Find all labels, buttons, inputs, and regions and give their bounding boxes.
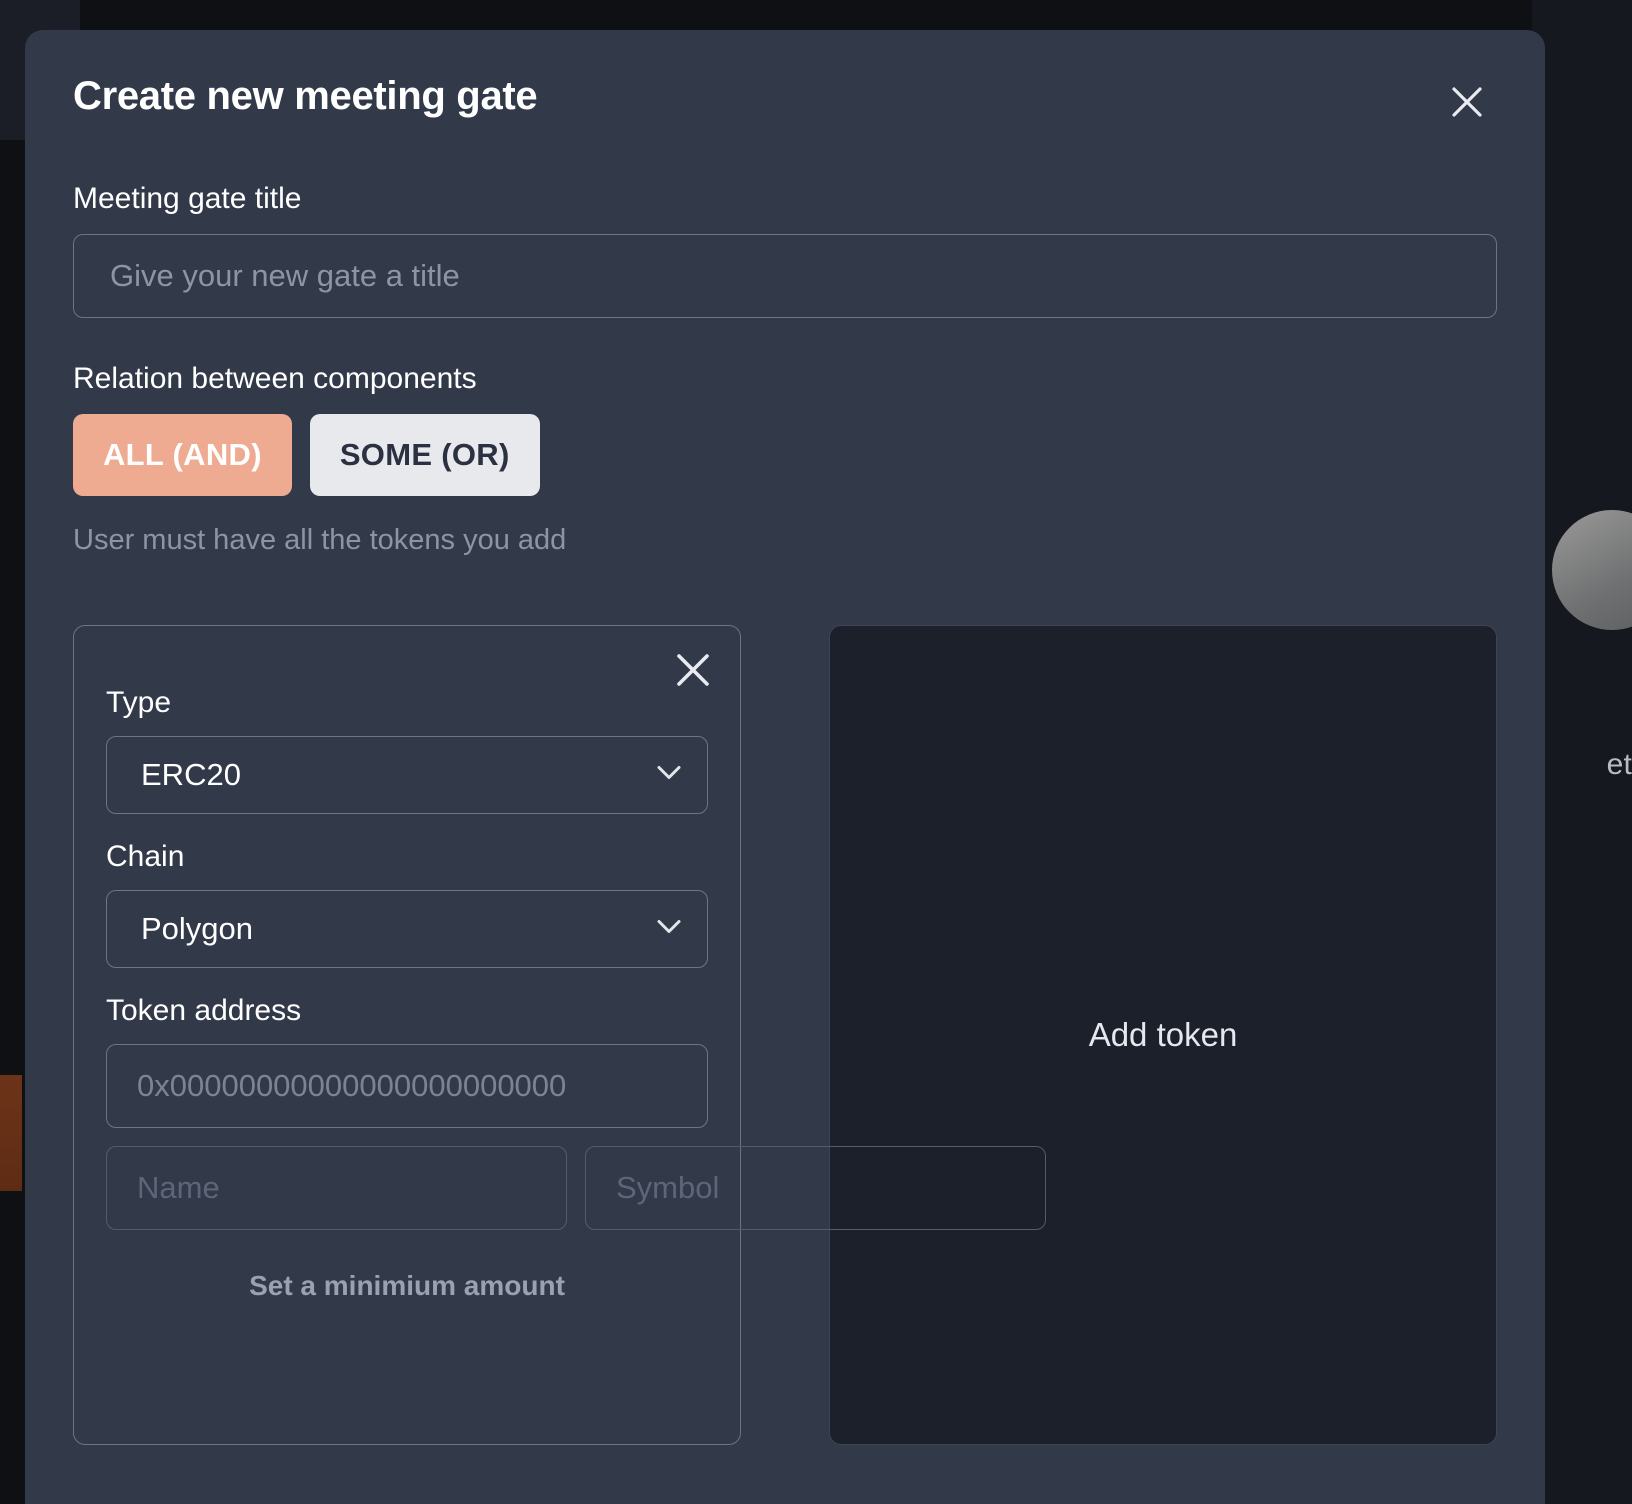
chain-label: Chain: [106, 840, 708, 874]
token-component-card: Type ERC20 Chain Polygon Token addre: [73, 625, 741, 1445]
add-token-panel[interactable]: Add token: [829, 625, 1497, 1445]
token-address-label: Token address: [106, 994, 708, 1028]
token-address-input[interactable]: [106, 1044, 708, 1128]
backdrop-text-fragment: et: [1607, 748, 1632, 782]
set-minimum-amount-link[interactable]: Set a minimium amount: [106, 1270, 708, 1302]
token-symbol-input[interactable]: [585, 1146, 1046, 1230]
modal-header: Create new meeting gate: [73, 74, 1497, 138]
relation-some-or-button[interactable]: SOME (OR): [310, 414, 540, 496]
type-select[interactable]: ERC20: [106, 736, 708, 814]
chain-select-wrapper: Polygon: [106, 890, 708, 968]
token-area: Type ERC20 Chain Polygon Token addre: [73, 625, 1497, 1445]
token-name-input[interactable]: [106, 1146, 567, 1230]
close-modal-button[interactable]: [1445, 80, 1489, 124]
close-icon: [1450, 85, 1484, 119]
add-token-label: Add token: [1089, 1016, 1238, 1054]
relation-label: Relation between components: [73, 362, 1497, 396]
page-title: Create new meeting gate: [73, 74, 1497, 119]
create-meeting-gate-modal: Create new meeting gate Meeting gate tit…: [25, 30, 1545, 1504]
relation-all-and-button[interactable]: ALL (AND): [73, 414, 292, 496]
type-select-wrapper: ERC20: [106, 736, 708, 814]
relation-toggle-group: ALL (AND) SOME (OR): [73, 414, 1497, 496]
relation-hint-text: User must have all the tokens you add: [73, 524, 1497, 557]
chain-select[interactable]: Polygon: [106, 890, 708, 968]
close-icon: [674, 651, 712, 692]
backdrop-orange-accent-bar: [0, 1075, 22, 1191]
type-label: Type: [106, 686, 708, 720]
name-symbol-row: [106, 1146, 708, 1230]
meeting-gate-title-label: Meeting gate title: [73, 182, 1497, 216]
remove-token-component-button[interactable]: [670, 648, 716, 694]
meeting-gate-title-input[interactable]: [73, 234, 1497, 318]
